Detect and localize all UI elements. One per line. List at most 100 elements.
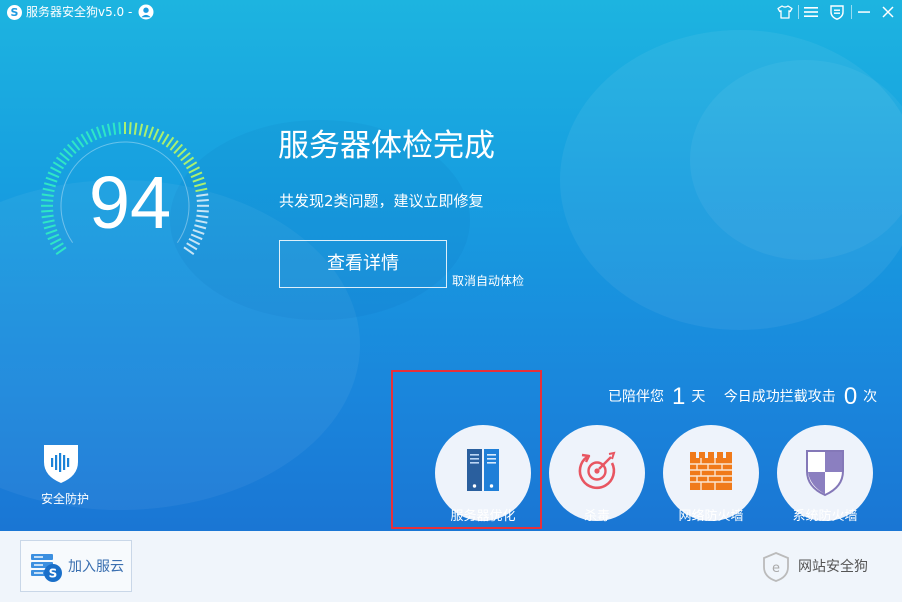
gauge-tick (194, 224, 207, 230)
gauge-tick (95, 126, 102, 139)
gauge-tick (66, 143, 77, 154)
gauge-tick (152, 128, 160, 141)
tool-circle (663, 425, 759, 521)
cloud-server-icon: S (31, 554, 62, 582)
gauge-tick (85, 130, 93, 143)
tool-circle (435, 425, 531, 521)
gauge-tick (42, 219, 55, 224)
gauge-tick (41, 209, 54, 213)
join-cloud-button[interactable]: S 加入服云 (20, 540, 132, 592)
gauge-tick (165, 136, 175, 148)
app-window: S 服务器安全狗v5.0 - 94 服务器体检完成 共发现2类问题，建议立即修复… (0, 0, 902, 602)
gauge-tick (138, 123, 144, 136)
svg-text:e: e (772, 561, 780, 576)
gauge-tick (50, 166, 62, 174)
gauge-tick (186, 242, 198, 251)
gauge-tick (63, 147, 74, 158)
brick-wall-icon (690, 452, 732, 490)
menu-icon[interactable] (800, 2, 822, 22)
gauge-tick (185, 161, 198, 170)
gauge-tick (173, 143, 184, 154)
tool-circle (549, 425, 645, 521)
gauge-tick (192, 228, 205, 235)
shield-checker-icon (806, 450, 844, 497)
gauge-tick (106, 123, 112, 136)
skin-shirt-icon[interactable] (774, 2, 796, 22)
gauge-tick (55, 156, 67, 166)
gauge-tick (118, 122, 122, 135)
gauge-tick (195, 219, 208, 224)
gauge-tick (42, 187, 55, 193)
gauge-tick (176, 147, 187, 158)
gauge-tick (133, 122, 138, 135)
gauge-tick (71, 140, 81, 151)
gauge-tick (196, 193, 209, 197)
days-count: 1 (672, 383, 686, 410)
gauge-tick (194, 182, 207, 188)
protection-stats: 已陪伴您 1 天 今日成功拦截攻击 0 次 (608, 384, 877, 410)
gauge-tick (52, 161, 65, 170)
security-shield-icon[interactable] (42, 442, 80, 484)
gauge-tick (143, 124, 149, 137)
gauge-tick (161, 133, 170, 145)
gauge-tick (49, 238, 62, 246)
title-bar-divider (851, 5, 852, 19)
gauge-tick (80, 133, 89, 145)
gauge-tick (169, 140, 179, 151)
tool-label: 系统防火墙 (792, 509, 858, 524)
gauge-tick (101, 124, 107, 137)
security-protection-label: 安全防护 (40, 492, 89, 506)
view-details-button[interactable]: 查看详情 (279, 240, 447, 288)
gauge-tick (90, 128, 98, 141)
days-prefix: 已陪伴您 (608, 389, 664, 405)
tool-circle (777, 425, 873, 521)
gauge-tick (112, 122, 117, 135)
gauge-tick (188, 238, 201, 246)
page-title: 服务器体检完成 (278, 128, 495, 164)
site-dog-label: 网站安全狗 (798, 559, 868, 575)
app-title: 服务器安全狗v5.0 - (26, 5, 133, 19)
gauge-tick (192, 176, 205, 183)
gauge-tick (43, 182, 56, 188)
gauge-tick (183, 246, 195, 256)
gauge-tick (47, 233, 60, 241)
gauge-tick (148, 126, 155, 139)
svg-text:S: S (49, 567, 58, 581)
gauge-tick (47, 171, 60, 179)
attacks-prefix: 今日成功拦截攻击 (723, 389, 836, 405)
gauge-tick (41, 199, 54, 202)
gauge-tick (59, 152, 70, 162)
user-account-icon[interactable] (138, 4, 154, 20)
gauge-tick (157, 130, 165, 143)
days-suffix: 天 (691, 389, 706, 405)
gauge-tick (75, 136, 85, 148)
protection-shield-icon[interactable] (826, 2, 848, 22)
background-shape (690, 60, 902, 260)
server-rack-icon (467, 449, 499, 491)
attacks-count: 0 (843, 383, 858, 410)
site-dog-shield-icon: e (763, 552, 789, 582)
minimize-icon[interactable] (853, 2, 875, 22)
gauge-tick (41, 214, 54, 219)
gauge-tick (41, 193, 54, 197)
antivirus-target-icon (578, 451, 616, 490)
cancel-auto-check-link[interactable]: 取消自动体检 (452, 273, 524, 289)
gauge-tick (188, 166, 200, 174)
close-icon[interactable] (877, 2, 899, 22)
gauge-tick (43, 224, 56, 230)
gauge-tick (52, 242, 64, 251)
gauge-tick (45, 228, 58, 235)
join-cloud-label: 加入服云 (68, 559, 124, 575)
app-logo-icon: S (7, 5, 22, 20)
title-bar-divider (798, 5, 799, 19)
background-shape (560, 30, 902, 330)
title-bar: S 服务器安全狗v5.0 - (0, 0, 902, 26)
scan-summary: 共发现2类问题，建议立即修复 (279, 192, 484, 210)
gauge-tick (128, 122, 132, 135)
gauge-tick (196, 209, 209, 213)
gauge-tick (55, 246, 67, 256)
gauge-tick (190, 171, 203, 179)
attacks-suffix: 次 (863, 389, 878, 405)
footer-bar: S 加入服云 e 网站安全狗 (0, 531, 902, 602)
gauge-tick (45, 176, 58, 183)
